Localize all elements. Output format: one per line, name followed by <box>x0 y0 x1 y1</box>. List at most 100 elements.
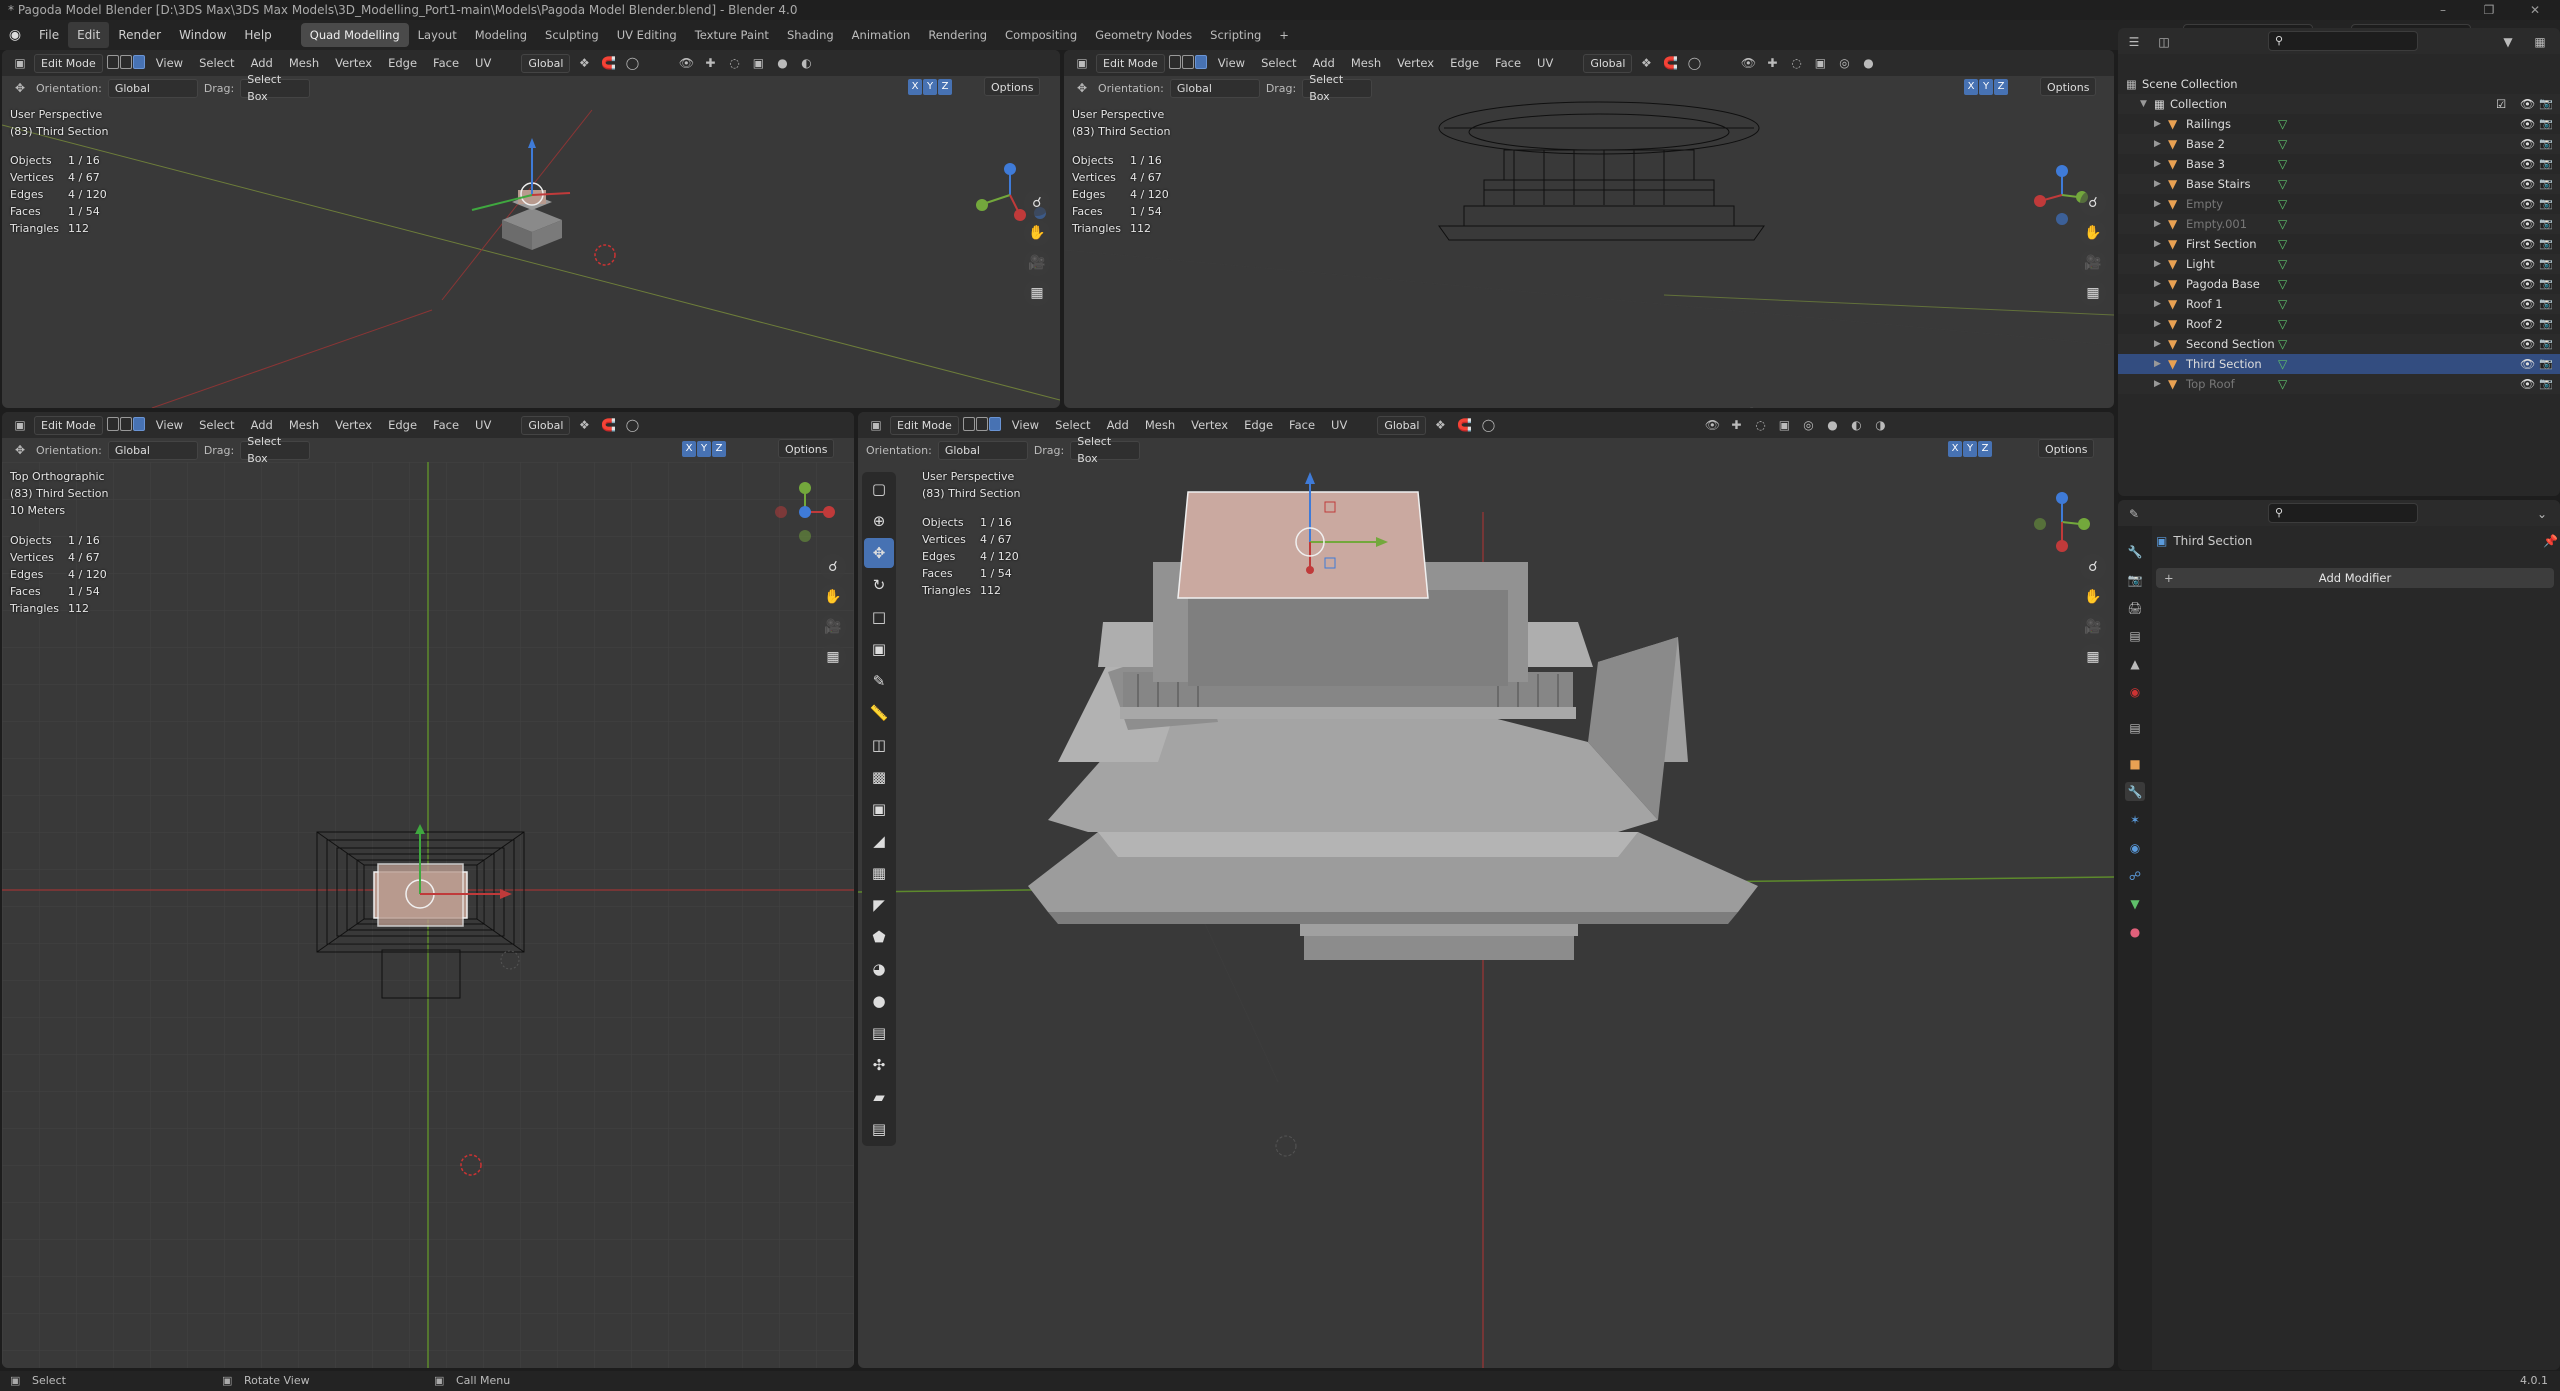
visibility-icon[interactable]: 👁 <box>1702 416 1722 435</box>
transform-orientation-dropdown[interactable]: Global <box>1377 415 1427 435</box>
tab-texture-paint[interactable]: Texture Paint <box>686 23 778 47</box>
menu-select[interactable]: Select <box>1049 415 1096 435</box>
scale-tool-icon[interactable]: □ <box>864 602 894 632</box>
eye-icon[interactable]: 👁 <box>2520 214 2535 234</box>
menu-uv[interactable]: UV <box>469 53 497 73</box>
menu-face[interactable]: Face <box>1489 53 1527 73</box>
eye-icon[interactable]: 👁 <box>2520 154 2535 174</box>
proportional-icon[interactable]: ◯ <box>622 416 642 435</box>
viewport-canvas[interactable] <box>2 462 854 1368</box>
eye-icon[interactable]: 👁 <box>2520 374 2535 394</box>
menu-uv[interactable]: UV <box>1325 415 1353 435</box>
expand-icon[interactable]: ▶ <box>2154 234 2161 254</box>
camera-icon[interactable]: 🎥 <box>2080 250 2106 276</box>
menu-face[interactable]: Face <box>427 53 465 73</box>
expand-icon[interactable]: ▶ <box>2154 294 2161 314</box>
viewport-top-left[interactable]: ▣ Edit Mode View Select Add Mesh Vertex … <box>2 50 1060 408</box>
menu-view[interactable]: View <box>1006 415 1045 435</box>
render-icon[interactable]: 📷 <box>2539 134 2553 154</box>
shading-wire-icon[interactable]: ◎ <box>1834 54 1854 73</box>
menu-vertex[interactable]: Vertex <box>329 53 378 73</box>
mirror-axes[interactable]: XYZ <box>908 78 953 95</box>
zoom-icon[interactable]: ☌ <box>2080 190 2106 216</box>
overlay-icon[interactable]: ◌ <box>1750 416 1770 435</box>
expand-icon[interactable]: ▶ <box>2154 134 2161 154</box>
menu-select[interactable]: Select <box>193 53 240 73</box>
particles-tab-icon[interactable]: ✶ <box>2125 810 2145 829</box>
options-dropdown[interactable]: Options <box>2038 439 2095 458</box>
outliner-item[interactable]: ▶ ▼ Second Section ▽ 👁 📷 <box>2118 334 2560 354</box>
outliner-item[interactable]: ▶ ▼ Pagoda Base ▽ 👁 📷 <box>2118 274 2560 294</box>
xray-icon[interactable]: ▣ <box>1774 416 1794 435</box>
extrude-tool-icon[interactable]: ▩ <box>864 762 894 792</box>
outliner-item[interactable]: ▶ ▼ Railings ▽ 👁 📷 <box>2118 114 2560 134</box>
maximize-icon[interactable]: ❐ <box>2466 0 2512 20</box>
tab-sculpting[interactable]: Sculpting <box>536 23 608 47</box>
editor-type-icon[interactable]: ▣ <box>866 416 886 435</box>
menu-vertex[interactable]: Vertex <box>329 415 378 435</box>
pivot-icon[interactable]: ❖ <box>574 416 594 435</box>
menu-view[interactable]: View <box>1212 53 1251 73</box>
drag-dropdown[interactable]: Select Box <box>1070 435 1141 465</box>
shading-solid-icon[interactable]: ● <box>1822 416 1842 435</box>
outliner-item[interactable]: ▶ ▼ Empty ▽ 👁 📷 <box>2118 194 2560 214</box>
render-icon[interactable]: 📷 <box>2539 94 2553 114</box>
shading-solid-icon[interactable]: ● <box>1858 54 1878 73</box>
snap-icon[interactable]: 🧲 <box>598 54 618 73</box>
outliner-item[interactable]: ▶ ▼ Roof 2 ▽ 👁 📷 <box>2118 314 2560 334</box>
pan-hand-icon[interactable]: ✋ <box>820 584 846 610</box>
smooth-tool-icon[interactable]: ● <box>864 986 894 1016</box>
render-icon[interactable]: 📷 <box>2539 294 2553 314</box>
outliner-item[interactable]: ▶ ▼ Base Stairs ▽ 👁 📷 <box>2118 174 2560 194</box>
object-tab-icon[interactable]: ■ <box>2125 754 2145 773</box>
menu-add[interactable]: Add <box>1307 53 1341 73</box>
filter-icon[interactable]: ▼ <box>2498 32 2518 51</box>
expand-icon[interactable]: ▶ <box>2154 174 2161 194</box>
snap-icon[interactable]: 🧲 <box>598 416 618 435</box>
menu-mesh[interactable]: Mesh <box>283 415 325 435</box>
mode-dropdown[interactable]: Edit Mode <box>34 53 103 73</box>
chevron-down-icon[interactable]: ⌄ <box>2532 504 2552 523</box>
snap-icon[interactable]: 🧲 <box>1660 54 1680 73</box>
render-icon[interactable]: 📷 <box>2539 314 2553 334</box>
overlay-icon[interactable]: ◌ <box>1786 54 1806 73</box>
add-modifier-button[interactable]: + Add Modifier <box>2156 568 2554 588</box>
gizmo-icon[interactable]: ✚ <box>1726 416 1746 435</box>
bevel-tool-icon[interactable]: ◢ <box>864 826 894 856</box>
outliner-item[interactable]: ▶ ▼ First Section ▽ 👁 📷 <box>2118 234 2560 254</box>
menu-face[interactable]: Face <box>1283 415 1321 435</box>
shear-tool-icon[interactable]: ▰ <box>864 1082 894 1112</box>
render-icon[interactable]: 📷 <box>2539 254 2553 274</box>
physics-tab-icon[interactable]: ◉ <box>2125 838 2145 857</box>
tab-quad-modelling[interactable]: Quad Modelling <box>300 23 409 47</box>
tab-rendering[interactable]: Rendering <box>919 23 996 47</box>
checkbox-icon[interactable]: ☑ <box>2496 94 2506 114</box>
pan-hand-icon[interactable]: ✋ <box>2080 220 2106 246</box>
expand-icon[interactable]: ▶ <box>2154 194 2161 214</box>
menu-window[interactable]: Window <box>170 22 235 48</box>
proportional-icon[interactable]: ◯ <box>1478 416 1498 435</box>
render-icon[interactable]: 📷 <box>2539 154 2553 174</box>
viewport-canvas[interactable] <box>1064 100 2114 408</box>
shading-material-icon[interactable]: ◐ <box>796 54 816 73</box>
menu-vertex[interactable]: Vertex <box>1391 53 1440 73</box>
spin-tool-icon[interactable]: ◕ <box>864 954 894 984</box>
cursor-tool-icon[interactable]: ⊕ <box>864 506 894 536</box>
editor-type-icon[interactable]: ▣ <box>1072 54 1092 73</box>
outliner-item[interactable]: ▶ ▼ Roof 1 ▽ 👁 📷 <box>2118 294 2560 314</box>
outliner-search-input[interactable]: ⚲ <box>2268 31 2418 51</box>
menu-select[interactable]: Select <box>1255 53 1302 73</box>
eye-icon[interactable]: 👁 <box>2520 194 2535 214</box>
view-layer-tab-icon[interactable]: ▤ <box>2125 626 2145 645</box>
render-icon[interactable]: 📷 <box>2539 214 2553 234</box>
menu-uv[interactable]: UV <box>1531 53 1559 73</box>
proportional-icon[interactable]: ◯ <box>622 54 642 73</box>
outliner-collection[interactable]: ▼ ▦ Collection ☑ 👁 📷 <box>2118 94 2560 114</box>
tab-shading[interactable]: Shading <box>778 23 843 47</box>
eye-icon[interactable]: 👁 <box>2520 114 2535 134</box>
outliner-item[interactable]: ▶ ▼ Base 3 ▽ 👁 📷 <box>2118 154 2560 174</box>
tab-uv-editing[interactable]: UV Editing <box>608 23 686 47</box>
gizmo-icon[interactable]: ✚ <box>1762 54 1782 73</box>
viewport-top-right[interactable]: ▣ Edit Mode View Select Add Mesh Vertex … <box>1064 50 2114 408</box>
mirror-axes[interactable]: XYZ <box>682 440 727 457</box>
